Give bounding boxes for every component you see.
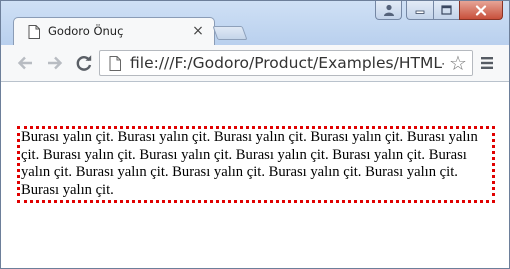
reload-icon[interactable] [74, 53, 94, 73]
page-icon [109, 56, 121, 71]
close-window-button[interactable] [459, 1, 503, 20]
window-controls [375, 1, 503, 21]
dotted-border-box: Burası yalın çit. Burası yalın çit. Bura… [17, 126, 495, 204]
bookmark-star-icon[interactable]: ☆ [444, 51, 472, 75]
user-icon [383, 4, 394, 16]
close-icon [475, 4, 487, 16]
browser-tab[interactable]: Godoro Önuç × [13, 17, 215, 45]
tab-title: Godoro Önuç [48, 24, 124, 38]
address-bar[interactable]: file:///F:/Godoro/Product/Examples/HTML-… [99, 50, 473, 76]
new-tab-button[interactable] [212, 26, 248, 40]
page-content: Burası yalın çit. Burası yalın çit. Bura… [1, 82, 509, 268]
hamburger-menu-icon[interactable] [477, 53, 497, 73]
maximize-icon [441, 5, 452, 15]
minimize-icon [415, 10, 425, 14]
back-arrow-icon[interactable] [15, 53, 35, 73]
document-icon [28, 25, 40, 39]
browser-window: Godoro Önuç × file:///F:/Godoro/Product/… [0, 0, 510, 269]
user-profile-button[interactable] [375, 1, 402, 20]
minimize-button[interactable] [406, 1, 433, 20]
url-text[interactable]: file:///F:/Godoro/Product/Examples/HTML-… [130, 53, 472, 73]
maximize-button[interactable] [433, 1, 459, 20]
tab-close-icon[interactable]: × [190, 22, 206, 40]
browser-toolbar: file:///F:/Godoro/Product/Examples/HTML-… [1, 45, 509, 82]
forward-arrow-icon[interactable] [45, 53, 65, 73]
title-bar: Godoro Önuç × [1, 1, 509, 45]
